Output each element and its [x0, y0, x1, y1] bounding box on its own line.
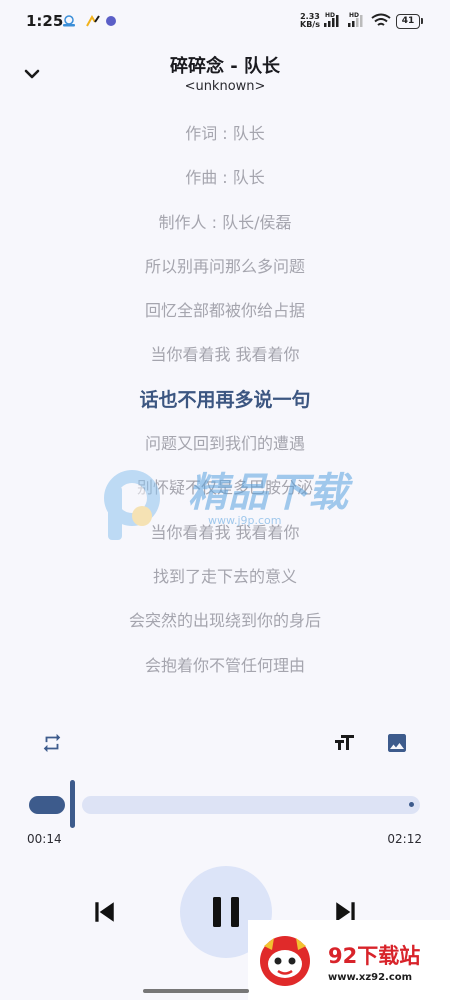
brand-mascot-icon: [260, 936, 310, 986]
background-image-button[interactable]: [383, 729, 411, 757]
wifi-icon: [371, 13, 391, 26]
pause-icon: [213, 897, 239, 927]
lyric-line[interactable]: 所以别再问那么多问题: [0, 245, 450, 289]
lyric-line[interactable]: 作词 : 队长: [0, 112, 450, 156]
lyric-line[interactable]: 当你看着我 我看着你: [0, 511, 450, 555]
lyric-line-active[interactable]: 话也不用再多说一句: [0, 378, 450, 422]
font-size-button[interactable]: [330, 729, 358, 757]
battery-tip: [421, 18, 423, 24]
weather-app-icon: [63, 15, 75, 27]
lyric-line[interactable]: 回忆全部都被你给占据: [0, 289, 450, 333]
song-title: 碎碎念 - 队长: [169, 56, 280, 77]
cell-signal-icon: [324, 15, 339, 27]
lyric-line[interactable]: 会突然的出现绕到你的身后: [0, 599, 450, 643]
brand-url: www.xz92.com: [328, 972, 413, 983]
lyric-line[interactable]: 当你看着我 我看着你: [0, 333, 450, 377]
app-badge-icon: [106, 16, 116, 26]
progress-track[interactable]: [82, 796, 420, 814]
image-icon: [388, 734, 406, 752]
lyric-line[interactable]: 作曲 : 队长: [0, 156, 450, 200]
current-time: 00:14: [27, 832, 62, 846]
lyric-line[interactable]: 会抱着你不管任何理由: [0, 644, 450, 688]
cell-signal-2-icon: [348, 15, 363, 27]
progress-end-dot: [409, 802, 414, 807]
battery-indicator: 41: [396, 14, 420, 29]
repeat-icon: [43, 733, 61, 753]
lyric-line[interactable]: 找到了走下去的意义: [0, 555, 450, 599]
text-size-icon: [335, 735, 354, 750]
brand-name: 92下载站: [328, 944, 421, 968]
lyrics-list[interactable]: 作词 : 队长 作曲 : 队长 制作人 : 队长/侯磊 所以别再问那么多问题 回忆全部都…: [0, 112, 450, 688]
home-indicator[interactable]: [143, 989, 249, 993]
lyric-line[interactable]: 问题又回到我们的遭遇: [0, 422, 450, 466]
status-time: 1:25: [26, 12, 64, 30]
total-time: 02:12: [387, 832, 422, 846]
skip-previous-icon: [95, 902, 114, 922]
network-speed-unit: KB/s: [300, 20, 320, 29]
network-speed: 2.33 KB/s: [300, 13, 320, 29]
progress-played[interactable]: [29, 796, 66, 814]
progress-thumb[interactable]: [70, 780, 76, 828]
lyric-line[interactable]: 别怀疑不仅是多巴胺分泌: [0, 466, 450, 510]
song-artist: <unknown>: [184, 79, 266, 94]
status-bar: 1:25 2.33 KB/s HD HD 41: [0, 0, 450, 44]
brand-badge: 92下载站 www.xz92.com: [248, 920, 450, 1000]
notes-app-icon: [86, 15, 100, 27]
lyric-line[interactable]: 制作人 : 队长/侯磊: [0, 201, 450, 245]
previous-button[interactable]: [86, 894, 122, 930]
repeat-mode-button[interactable]: [38, 729, 66, 757]
